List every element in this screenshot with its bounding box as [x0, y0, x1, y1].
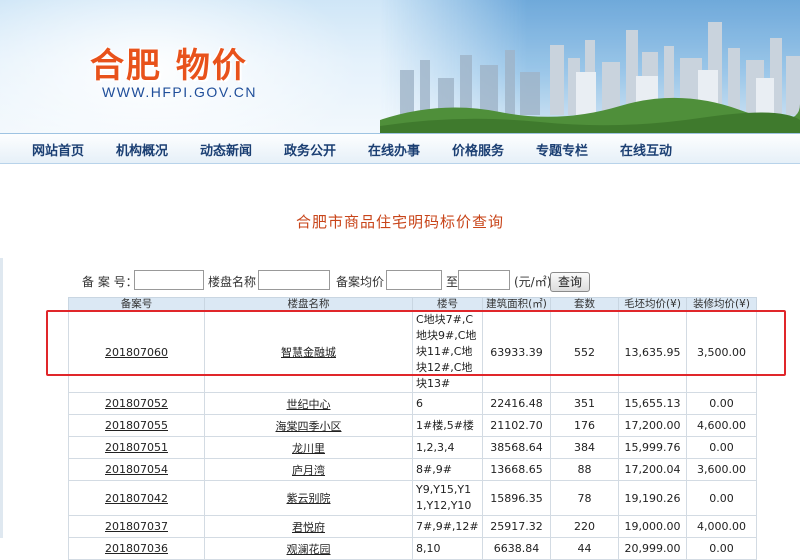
area-cell: 15896.35 — [482, 480, 551, 516]
nav-item-home[interactable]: 网站首页 — [32, 140, 84, 159]
record-no-link[interactable]: 201807036 — [68, 537, 205, 560]
record-no-input[interactable] — [134, 270, 204, 290]
header-project-name[interactable]: 楼盘名称 — [204, 297, 413, 312]
deco-price-cell: 0.00 — [686, 480, 757, 516]
units-cell: 88 — [550, 458, 619, 481]
area-cell: 22416.48 — [482, 392, 551, 415]
deco-price-cell: 3,600.00 — [686, 458, 757, 481]
deco-price-cell: 4,000.00 — [686, 515, 757, 538]
units-cell: 78 — [550, 480, 619, 516]
price-max-input[interactable] — [458, 270, 510, 290]
header-area[interactable]: 建筑面积(㎡) — [482, 297, 551, 312]
nav-item-online-service[interactable]: 在线办事 — [368, 140, 420, 159]
header-units[interactable]: 套数 — [550, 297, 619, 312]
area-cell: 63933.39 — [482, 311, 551, 393]
units-cell: 351 — [550, 392, 619, 415]
label-record-no: 备 案 号： — [82, 275, 138, 289]
building-cell: 6 — [412, 392, 483, 415]
nav-item-about[interactable]: 机构概况 — [116, 140, 168, 159]
project-name-input[interactable] — [258, 270, 330, 290]
header-deco-price[interactable]: 装修均价(¥) — [686, 297, 757, 312]
site-banner: 合肥 物价 WWW.HFPI.GOV.CN — [0, 0, 800, 133]
table-row: 201807052 世纪中心 6 22416.48 351 15,655.13 … — [68, 392, 757, 415]
record-no-link[interactable]: 201807054 — [68, 458, 205, 481]
rough-price-cell: 19,190.26 — [618, 480, 687, 516]
units-cell: 384 — [550, 436, 619, 459]
record-no-link[interactable]: 201807051 — [68, 436, 205, 459]
project-name-link[interactable]: 龙川里 — [204, 436, 413, 459]
record-no-link[interactable]: 201807042 — [68, 480, 205, 516]
nav-item-price-service[interactable]: 价格服务 — [452, 140, 504, 159]
area-cell: 21102.70 — [482, 414, 551, 437]
header-rough-price[interactable]: 毛坯均价(¥) — [618, 297, 687, 312]
price-min-input[interactable] — [386, 270, 442, 290]
building-cell: C地块7#,C地块9#,C地块11#,C地块12#,C地块13# — [412, 311, 483, 393]
building-cell: 7#,9#,12# — [412, 515, 483, 538]
project-name-link[interactable]: 庐月湾 — [204, 458, 413, 481]
project-name-link[interactable]: 世纪中心 — [204, 392, 413, 415]
building-cell: 8#,9# — [412, 458, 483, 481]
record-no-link[interactable]: 201807052 — [68, 392, 205, 415]
rough-price-cell: 19,000.00 — [618, 515, 687, 538]
table-row: 201807051 龙川里 1,2,3,4 38568.64 384 15,99… — [68, 436, 757, 459]
units-cell: 220 — [550, 515, 619, 538]
building-cell: 1,2,3,4 — [412, 436, 483, 459]
nav-item-interaction[interactable]: 在线互动 — [620, 140, 672, 159]
nav-item-news[interactable]: 动态新闻 — [200, 140, 252, 159]
project-name-link[interactable]: 智慧金融城 — [204, 311, 413, 393]
area-cell: 6638.84 — [482, 537, 551, 560]
deco-price-cell: 0.00 — [686, 436, 757, 459]
rough-price-cell: 15,655.13 — [618, 392, 687, 415]
record-no-link[interactable]: 201807037 — [68, 515, 205, 538]
rough-price-cell: 20,999.00 — [618, 537, 687, 560]
rough-price-cell: 13,635.95 — [618, 311, 687, 393]
deco-price-cell: 4,600.00 — [686, 414, 757, 437]
header-record-no[interactable]: 备案号 — [68, 297, 205, 312]
nav-item-special[interactable]: 专题专栏 — [536, 140, 588, 159]
area-cell: 38568.64 — [482, 436, 551, 459]
deco-price-cell: 0.00 — [686, 392, 757, 415]
page-title: 合肥市商品住宅明码标价查询 — [295, 213, 504, 231]
deco-price-cell: 0.00 — [686, 537, 757, 560]
label-to: 至 — [446, 275, 459, 289]
units-cell: 44 — [550, 537, 619, 560]
record-no-link[interactable]: 201807055 — [68, 414, 205, 437]
main-nav: 网站首页 机构概况 动态新闻 政务公开 在线办事 价格服务 专题专栏 在线互动 — [0, 133, 800, 164]
record-no-link[interactable]: 201807060 — [68, 311, 205, 393]
results-table: 备案号 楼盘名称 楼号 建筑面积(㎡) 套数 毛坯均价(¥) 装修均价(¥) 2… — [68, 297, 757, 560]
project-name-link[interactable]: 紫云别院 — [204, 480, 413, 516]
rough-price-cell: 17,200.00 — [618, 414, 687, 437]
area-cell: 13668.65 — [482, 458, 551, 481]
table-row: 201807042 紫云别院 Y9,Y15,Y11,Y12,Y10 15896.… — [68, 480, 757, 516]
site-title[interactable]: 合肥 物价 — [90, 38, 248, 87]
table-row: 201807037 君悦府 7#,9#,12# 25917.32 220 19,… — [68, 515, 757, 538]
city-skyline-image — [380, 22, 800, 133]
building-cell: 8,10 — [412, 537, 483, 560]
search-form: 备 案 号： 楼盘名称： 备案均价： 至 (元/㎡) 查询 — [68, 268, 756, 294]
table-row: 201807060 智慧金融城 C地块7#,C地块9#,C地块11#,C地块12… — [68, 311, 757, 393]
table-row: 201807054 庐月湾 8#,9# 13668.65 88 17,200.0… — [68, 458, 757, 481]
header-building[interactable]: 楼号 — [412, 297, 483, 312]
label-unit: (元/㎡) — [514, 275, 552, 289]
building-cell: Y9,Y15,Y11,Y12,Y10 — [412, 480, 483, 516]
project-name-link[interactable]: 君悦府 — [204, 515, 413, 538]
rough-price-cell: 17,200.04 — [618, 458, 687, 481]
query-button[interactable]: 查询 — [550, 272, 590, 292]
table-row: 201807055 海棠四季小区 1#楼,5#楼 21102.70 176 17… — [68, 414, 757, 437]
building-cell: 1#楼,5#楼 — [412, 414, 483, 437]
project-name-link[interactable]: 海棠四季小区 — [204, 414, 413, 437]
table-row: 201807036 观澜花园 8,10 6638.84 44 20,999.00… — [68, 537, 757, 560]
site-url: WWW.HFPI.GOV.CN — [102, 84, 257, 100]
project-name-link[interactable]: 观澜花园 — [204, 537, 413, 560]
units-cell: 176 — [550, 414, 619, 437]
deco-price-cell: 3,500.00 — [686, 311, 757, 393]
units-cell: 552 — [550, 311, 619, 393]
left-divider — [0, 258, 3, 538]
area-cell: 25917.32 — [482, 515, 551, 538]
rough-price-cell: 15,999.76 — [618, 436, 687, 459]
nav-item-disclosure[interactable]: 政务公开 — [284, 140, 336, 159]
table-header-row: 备案号 楼盘名称 楼号 建筑面积(㎡) 套数 毛坯均价(¥) 装修均价(¥) — [68, 297, 757, 312]
